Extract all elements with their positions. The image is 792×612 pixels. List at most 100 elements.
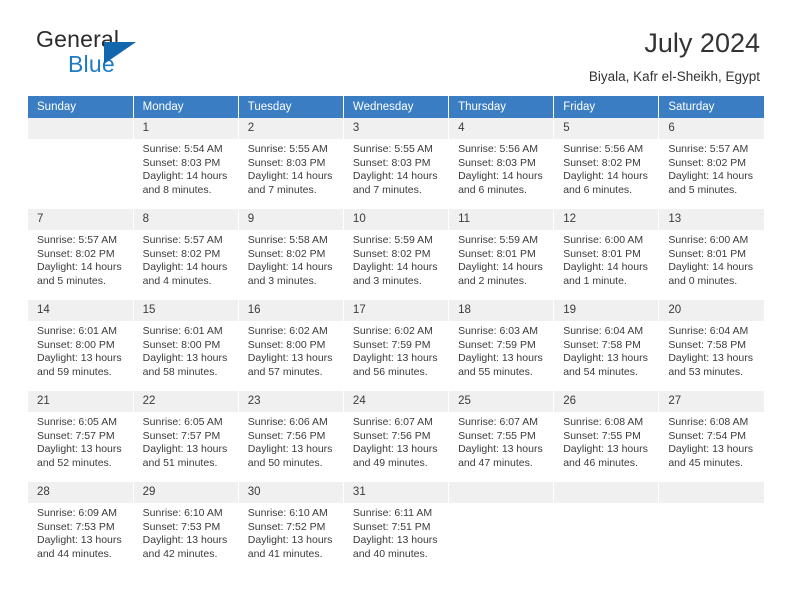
title-block: July 2024 Biyala, Kafr el-Sheikh, Egypt [589,26,764,88]
sunset-text: Sunset: 7:54 PM [668,429,746,442]
sunset-text: Sunset: 8:02 PM [668,156,746,169]
daylight-text: and 1 minute. [563,274,627,287]
sunrise-text: Sunrise: 6:05 AM [142,416,223,428]
sunset-text: Sunset: 7:57 PM [142,429,221,442]
day-number: 22 [133,391,238,412]
calendar-day-cell[interactable]: 26 Sunrise: 6:08 AM Sunset: 7:55 PM Dayligh… [553,390,660,482]
day-number: 19 [554,300,659,321]
daylight-text: Daylight: 13 hours [247,443,333,456]
sunset-text: Sunset: 8:03 PM [458,156,536,169]
calendar-day-cell[interactable]: 6 Sunrise: 5:57 AM Sunset: 8:02 PM Daylight… [658,118,764,209]
sunrise-text: Sunrise: 6:04 AM [668,325,749,337]
calendar-day-cell[interactable]: 20 Sunrise: 6:04 AM Sunset: 7:58 PM Dayligh… [658,299,764,391]
calendar-day-cell[interactable]: 11 Sunrise: 5:59 AM Sunset: 8:01 PM Dayligh… [448,208,555,300]
calendar-day-cell[interactable]: 28 Sunrise: 6:09 AM Sunset: 7:53 PM Dayligh… [28,481,134,573]
calendar-day-cell[interactable]: 1 Sunrise: 5:54 AM Sunset: 8:03 PM Daylight… [133,118,239,209]
calendar-day-cell[interactable]: 4 Sunrise: 5:56 AM Sunset: 8:03 PM Daylight… [448,118,555,209]
day-cell-inner: 5 Sunrise: 5:56 AM Sunset: 8:02 PM Daylight… [554,118,659,208]
sunset-text: Sunset: 7:58 PM [668,338,746,351]
day-sun-info: Sunrise: 5:55 AM Sunset: 8:03 PM Daylight:… [344,139,448,197]
daylight-text: Daylight: 14 hours [458,261,543,274]
calendar-day-cell[interactable]: 31 Sunrise: 6:11 AM Sunset: 7:51 PM Dayligh… [343,481,450,573]
daylight-text: and 46 minutes. [563,456,638,469]
sunset-text: Sunset: 8:00 PM [247,338,326,351]
sunrise-text: Sunrise: 6:01 AM [142,325,223,337]
day-cell-inner: 3 Sunrise: 5:55 AM Sunset: 8:03 PM Daylight… [343,118,449,208]
day-sun-info: Sunrise: 5:56 AM Sunset: 8:02 PM Daylight:… [554,139,658,197]
day-cell-inner: 15 Sunrise: 6:01 AM Sunset: 8:00 PM Dayligh… [133,300,238,390]
calendar-day-cell[interactable]: 30 Sunrise: 6:10 AM Sunset: 7:52 PM Dayligh… [238,481,344,573]
calendar-empty-cell [448,481,555,573]
day-cell-inner: 28 Sunrise: 6:09 AM Sunset: 7:53 PM Dayligh… [28,482,133,572]
day-number [28,118,133,139]
weekday-header-sunday: Sunday [28,96,134,118]
calendar-day-cell[interactable]: 5 Sunrise: 5:56 AM Sunset: 8:02 PM Daylight… [553,118,660,209]
sunset-text: Sunset: 7:55 PM [563,429,641,442]
day-sun-info: Sunrise: 6:10 AM Sunset: 7:52 PM Daylight:… [239,503,343,561]
daylight-text: Daylight: 14 hours [668,170,753,183]
day-cell-inner: 14 Sunrise: 6:01 AM Sunset: 8:00 PM Dayligh… [28,300,133,390]
calendar-day-cell[interactable]: 27 Sunrise: 6:08 AM Sunset: 7:54 PM Dayligh… [658,390,764,482]
calendar-day-cell[interactable]: 8 Sunrise: 5:57 AM Sunset: 8:02 PM Daylight… [133,208,239,300]
sunrise-text: Sunrise: 5:57 AM [142,234,223,246]
day-cell-inner: 7 Sunrise: 5:57 AM Sunset: 8:02 PM Daylight… [28,209,133,299]
sunset-text: Sunset: 7:52 PM [247,520,326,533]
sunset-text: Sunset: 7:53 PM [37,520,115,533]
calendar-day-cell[interactable]: 24 Sunrise: 6:07 AM Sunset: 7:56 PM Dayligh… [343,390,450,482]
daylight-text: Daylight: 13 hours [142,443,228,456]
sunrise-text: Sunrise: 5:59 AM [458,234,539,246]
calendar-day-cell[interactable]: 15 Sunrise: 6:01 AM Sunset: 8:00 PM Dayligh… [133,299,239,391]
sunrise-text: Sunrise: 5:56 AM [458,143,539,155]
day-sun-info: Sunrise: 6:09 AM Sunset: 7:53 PM Daylight:… [28,503,133,561]
weekday-header-saturday: Saturday [658,96,764,118]
sunset-text: Sunset: 8:01 PM [458,247,536,260]
day-sun-info: Sunrise: 6:04 AM Sunset: 7:58 PM Daylight:… [659,321,764,379]
day-cell-inner: 21 Sunrise: 6:05 AM Sunset: 7:57 PM Dayligh… [28,391,133,481]
day-cell-inner: 26 Sunrise: 6:08 AM Sunset: 7:55 PM Dayligh… [554,391,659,481]
calendar-day-cell[interactable]: 18 Sunrise: 6:03 AM Sunset: 7:59 PM Dayligh… [448,299,555,391]
day-number: 31 [343,482,449,503]
day-number: 30 [238,482,343,503]
calendar-day-cell[interactable]: 22 Sunrise: 6:05 AM Sunset: 7:57 PM Dayligh… [133,390,239,482]
day-number [659,482,764,503]
calendar-day-cell[interactable]: 21 Sunrise: 6:05 AM Sunset: 7:57 PM Dayligh… [28,390,134,482]
calendar-day-cell[interactable]: 25 Sunrise: 6:07 AM Sunset: 7:55 PM Dayligh… [448,390,555,482]
daylight-text: and 55 minutes. [458,365,533,378]
day-cell-inner: 8 Sunrise: 5:57 AM Sunset: 8:02 PM Daylight… [133,209,238,299]
calendar-day-cell[interactable]: 12 Sunrise: 6:00 AM Sunset: 8:01 PM Dayligh… [553,208,660,300]
sunrise-text: Sunrise: 6:10 AM [142,507,223,519]
daylight-text: Daylight: 13 hours [37,534,122,547]
daylight-text: Daylight: 13 hours [352,534,438,547]
calendar-day-cell[interactable]: 3 Sunrise: 5:55 AM Sunset: 8:03 PM Daylight… [343,118,450,209]
sunrise-text: Sunrise: 5:54 AM [142,143,223,155]
calendar-day-cell[interactable]: 16 Sunrise: 6:02 AM Sunset: 8:00 PM Dayligh… [238,299,344,391]
daylight-text: and 50 minutes. [247,456,323,469]
day-number: 26 [554,391,659,412]
calendar-day-cell[interactable]: 14 Sunrise: 6:01 AM Sunset: 8:00 PM Dayligh… [28,299,134,391]
sunset-text: Sunset: 7:56 PM [352,429,431,442]
sunrise-text: Sunrise: 6:09 AM [37,507,117,519]
calendar-day-cell[interactable]: 7 Sunrise: 5:57 AM Sunset: 8:02 PM Daylight… [28,208,134,300]
calendar-day-cell[interactable]: 10 Sunrise: 5:59 AM Sunset: 8:02 PM Dayligh… [343,208,450,300]
weekday-header-friday: Friday [553,96,660,118]
day-sun-info: Sunrise: 6:00 AM Sunset: 8:01 PM Daylight:… [659,230,764,288]
calendar-day-cell[interactable]: 9 Sunrise: 5:58 AM Sunset: 8:02 PM Daylight… [238,208,344,300]
calendar-day-cell[interactable]: 29 Sunrise: 6:10 AM Sunset: 7:53 PM Dayligh… [133,481,239,573]
daylight-text: and 42 minutes. [142,547,218,560]
weekday-header-wednesday: Wednesday [343,96,450,118]
calendar-week-row: 14 Sunrise: 6:01 AM Sunset: 8:00 PM Dayligh… [28,299,764,391]
day-cell-inner: 22 Sunrise: 6:05 AM Sunset: 7:57 PM Dayligh… [133,391,238,481]
calendar-day-cell[interactable]: 23 Sunrise: 6:06 AM Sunset: 7:56 PM Dayligh… [238,390,344,482]
calendar-day-cell[interactable]: 2 Sunrise: 5:55 AM Sunset: 8:03 PM Daylight… [238,118,344,209]
daylight-text: and 51 minutes. [142,456,218,469]
calendar-day-cell[interactable]: 13 Sunrise: 6:00 AM Sunset: 8:01 PM Dayligh… [658,208,764,300]
day-sun-info: Sunrise: 6:06 AM Sunset: 7:56 PM Daylight:… [239,412,343,470]
calendar-day-cell[interactable]: 19 Sunrise: 6:04 AM Sunset: 7:58 PM Dayligh… [553,299,660,391]
daylight-text: and 6 minutes. [563,183,633,196]
weekday-header-thursday: Thursday [448,96,555,118]
daylight-text: Daylight: 14 hours [142,261,228,274]
daylight-text: Daylight: 13 hours [458,443,543,456]
day-cell-inner: 1 Sunrise: 5:54 AM Sunset: 8:03 PM Daylight… [133,118,238,208]
calendar-day-cell[interactable]: 17 Sunrise: 6:02 AM Sunset: 7:59 PM Dayligh… [343,299,450,391]
day-sun-info: Sunrise: 6:05 AM Sunset: 7:57 PM Daylight:… [134,412,238,470]
